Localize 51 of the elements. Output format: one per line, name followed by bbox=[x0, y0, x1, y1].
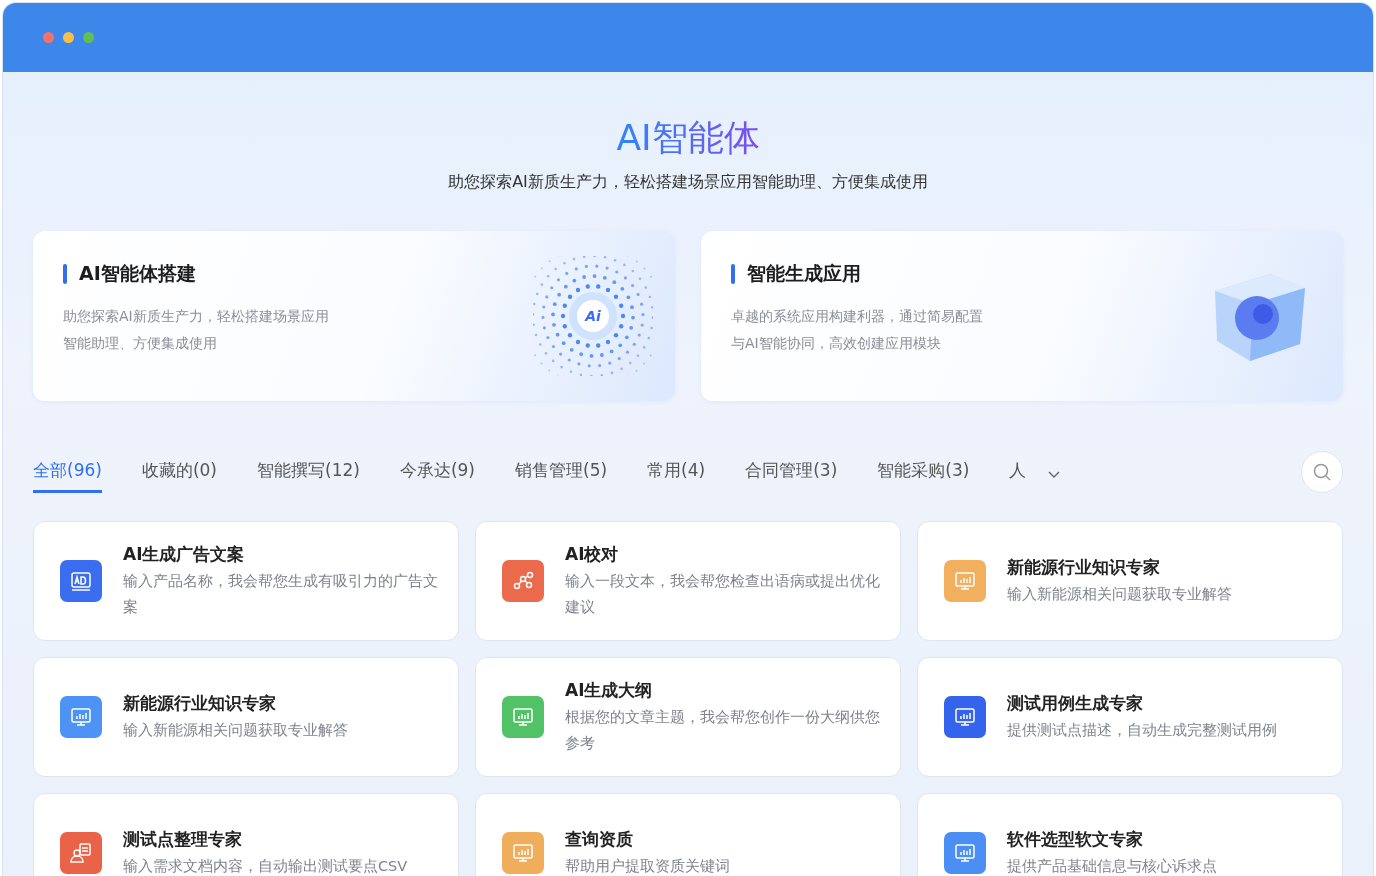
agent-description: 根据您的文章主题，我会帮您创作一份大纲供您参考 bbox=[565, 708, 880, 753]
minimize-dot[interactable] bbox=[63, 32, 74, 43]
category-tab[interactable]: 智能采购(3) bbox=[877, 451, 970, 493]
accent-bar bbox=[731, 264, 735, 284]
search-icon bbox=[1312, 462, 1332, 482]
card-description: 助您探索AI新质生产力，轻松搭建场景应用 智能助理、方便集成使用 bbox=[63, 307, 329, 353]
search-button[interactable] bbox=[1301, 451, 1343, 493]
agent-title: AI生成广告文案 bbox=[123, 543, 246, 566]
agent-title: 软件选型软文专家 bbox=[1007, 828, 1144, 851]
agent-card[interactable]: 查询资质 帮助用户提取资质关键词 bbox=[475, 793, 901, 876]
accent-bar bbox=[63, 264, 67, 284]
category-tab[interactable]: 今承达(9) bbox=[399, 451, 475, 493]
category-tab[interactable]: 全部(96) bbox=[33, 451, 102, 493]
zoom-dot[interactable] bbox=[83, 32, 94, 43]
agent-card[interactable]: 测试用例生成专家 提供测试点描述，自动生成完整测试用例 bbox=[917, 657, 1343, 777]
agent-description: 提供测试点描述，自动生成完整测试用例 bbox=[1007, 721, 1277, 740]
agent-title: AI生成大纲 bbox=[565, 679, 654, 702]
agent-card[interactable]: AI生成广告文案 输入产品名称，我会帮您生成有吸引力的广告文案 bbox=[33, 521, 459, 641]
feature-card[interactable]: AI智能体搭建 助您探索AI新质生产力，轻松搭建场景应用 智能助理、方便集成使用 Ai bbox=[33, 231, 675, 401]
agent-card[interactable]: AI生成大纲 根据您的文章主题，我会帮您创作一份大纲供您参考 bbox=[475, 657, 901, 777]
agent-title: 新能源行业知识专家 bbox=[123, 692, 277, 715]
agent-description: 输入一段文本，我会帮您检查出语病或提出优化建议 bbox=[565, 572, 880, 617]
page-subtitle: 助您探索AI新质生产力，轻松搭建场景应用智能助理、方便集成使用 bbox=[448, 171, 928, 193]
category-tab[interactable]: 人 bbox=[1009, 451, 1027, 493]
agent-card[interactable]: 新能源行业知识专家 输入新能源相关问题获取专业解答 bbox=[917, 521, 1343, 641]
agent-description: 输入新能源相关问题获取专业解答 bbox=[1007, 585, 1232, 604]
card-title: 智能生成应用 bbox=[747, 261, 861, 286]
agent-card[interactable]: 新能源行业知识专家 输入新能源相关问题获取专业解答 bbox=[33, 657, 459, 777]
agent-title: 查询资质 bbox=[565, 828, 634, 851]
agent-title: 测试用例生成专家 bbox=[1007, 692, 1144, 715]
agent-title: 测试点整理专家 bbox=[123, 828, 243, 851]
agent-description: 帮助用户提取资质关键词 bbox=[565, 857, 730, 876]
agent-card[interactable]: 测试点整理专家 输入需求文档内容，自动输出测试要点CSV bbox=[33, 793, 459, 876]
agent-title: AI校对 bbox=[565, 543, 620, 566]
category-tab[interactable]: 常用(4) bbox=[647, 451, 706, 493]
agent-card[interactable]: AI校对 输入一段文本，我会帮您检查出语病或提出优化建议 bbox=[475, 521, 901, 641]
agent-title: 新能源行业知识专家 bbox=[1007, 556, 1161, 579]
category-tab[interactable]: 销售管理(5) bbox=[515, 451, 608, 493]
close-dot[interactable] bbox=[43, 32, 54, 43]
agent-card[interactable]: 软件选型软文专家 提供产品基础信息与核心诉求点 bbox=[917, 793, 1343, 876]
agent-description: 输入新能源相关问题获取专业解答 bbox=[123, 721, 348, 740]
category-tab[interactable]: 收藏的(0) bbox=[141, 451, 217, 493]
agent-description: 输入需求文档内容，自动输出测试要点CSV bbox=[123, 857, 408, 876]
ai-logo: Ai bbox=[585, 308, 601, 324]
category-tab[interactable]: 智能撰写(12) bbox=[257, 451, 360, 493]
category-tab[interactable]: 合同管理(3) bbox=[745, 451, 838, 493]
agent-description: 输入产品名称，我会帮您生成有吸引力的广告文案 bbox=[123, 572, 438, 617]
card-title: AI智能体搭建 bbox=[79, 261, 196, 286]
feature-card[interactable]: 智能生成应用 卓越的系统应用构建利器，通过简易配置 与AI智能协同，高效创建应用模块 bbox=[701, 231, 1343, 401]
card-description: 卓越的系统应用构建利器，通过简易配置 与AI智能协同，高效创建应用模块 bbox=[731, 307, 983, 353]
agent-description: 提供产品基础信息与核心诉求点 bbox=[1007, 857, 1217, 876]
